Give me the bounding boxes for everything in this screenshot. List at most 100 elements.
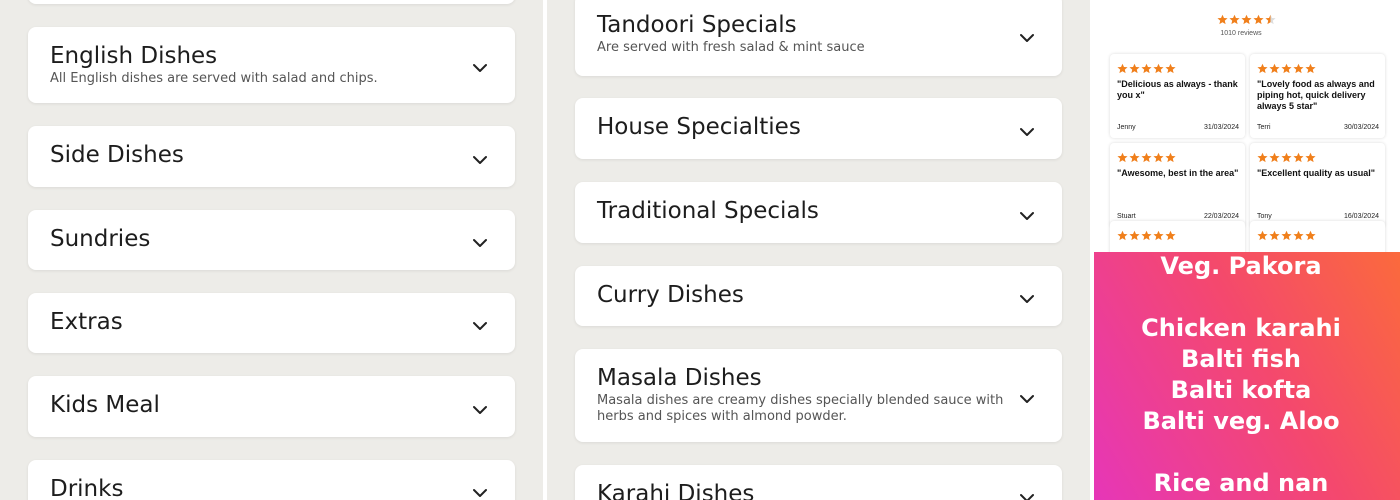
star-icon [1265,12,1276,25]
category-card-house-specialties[interactable]: House Specialties [575,98,1062,159]
star-icon [1141,61,1152,74]
review-card: "Excellent quality as usual" Tony 16/03/20… [1250,143,1385,227]
review-date: 30/03/2024 [1343,124,1379,131]
menu-categories-left: English Dishes All English dishes are ser… [0,0,543,500]
promo-line: Balti veg. Aloo [1142,407,1340,435]
promo-line: Chicken karahi [1141,314,1341,342]
promo-line: Rice and nan [1153,469,1329,497]
review-card: "Lovely food as always and piping hot, q… [1250,54,1385,138]
review-quote: "Excellent quality as usual" [1257,168,1376,178]
chevron-down-icon[interactable] [473,402,487,414]
star-icon [1153,228,1164,241]
star-icon [1305,150,1316,163]
reviewer-name: Tony [1257,213,1272,220]
review-quote: "Delicious as always - thank you x" [1117,79,1238,100]
promo-line: Balti fish [1181,345,1301,373]
star-icon [1141,150,1152,163]
overall-rating-stars [1217,12,1276,25]
star-icon [1165,150,1176,163]
category-title: House Specialties [597,114,801,140]
category-card-traditional-specials[interactable]: Traditional Specials [575,182,1062,243]
chevron-down-icon[interactable] [473,485,487,497]
category-card-sundries[interactable]: Sundries [28,210,515,270]
chevron-down-icon[interactable] [473,60,487,72]
category-title: Drinks [50,476,124,500]
category-title: Sundries [50,226,151,252]
category-card-top-partial[interactable] [28,0,515,4]
category-title: Traditional Specials [597,198,819,224]
star-icon [1305,228,1316,241]
category-title: Curry Dishes [597,282,744,308]
star-icon [1253,12,1264,25]
star-icon [1293,228,1304,241]
star-icon [1241,12,1252,25]
review-date: 31/03/2024 [1203,124,1239,131]
chevron-down-icon[interactable] [1020,291,1034,303]
star-icon [1281,150,1292,163]
review-stars [1117,150,1176,163]
star-icon [1117,228,1128,241]
chevron-down-icon[interactable] [1020,391,1034,403]
star-icon [1165,228,1176,241]
star-icon [1141,228,1152,241]
chevron-down-icon[interactable] [1020,30,1034,42]
menu-categories-middle: Tandoori Specials Are served with fresh s… [547,0,1090,500]
category-card-masala-dishes[interactable]: Masala Dishes Masala dishes are creamy di… [575,349,1062,442]
star-icon [1293,61,1304,74]
category-title: Extras [50,309,123,335]
star-icon [1129,228,1140,241]
review-count: 1010 reviews [1220,30,1262,37]
category-card-karahi-dishes[interactable]: Karahi Dishes [575,465,1062,500]
star-icon [1269,61,1280,74]
star-icon [1129,61,1140,74]
category-description: All English dishes are served with salad… [50,71,378,86]
category-card-tandoori-specials[interactable]: Tandoori Specials Are served with fresh s… [575,0,1062,76]
category-card-curry-dishes[interactable]: Curry Dishes [575,266,1062,326]
chevron-down-icon[interactable] [473,235,487,247]
category-description: Masala dishes are creamy dishes speciall… [597,393,1004,424]
chevron-down-icon[interactable] [1020,124,1034,136]
category-title: English Dishes [50,43,218,69]
review-quote: "Awesome, best in the area" [1117,168,1239,178]
category-card-kids-meal[interactable]: Kids Meal [28,376,515,437]
star-icon [1269,228,1280,241]
star-icon [1257,228,1268,241]
category-card-side-dishes[interactable]: Side Dishes [28,126,515,187]
review-stars [1117,61,1176,74]
star-icon [1153,61,1164,74]
review-quote: "Lovely food as always and piping hot, q… [1257,79,1375,111]
promo-line: Balti kofta [1170,376,1312,404]
review-stars [1257,61,1316,74]
reviewer-name: Stuart [1117,213,1136,220]
chevron-down-icon[interactable] [473,152,487,164]
star-icon [1117,61,1128,74]
star-icon [1153,150,1164,163]
star-icon [1257,61,1268,74]
review-date: 16/03/2024 [1343,213,1379,220]
reviewer-name: Jenny [1117,124,1136,131]
star-icon [1281,228,1292,241]
review-stars [1257,150,1316,163]
promo-line: Veg. Pakora [1160,252,1322,280]
category-card-drinks[interactable]: Drinks [28,460,515,500]
category-title: Kids Meal [50,392,160,418]
promo-banner: Veg. Pakora Chicken karahi Balti fish Balti… [1094,252,1400,500]
star-icon [1229,12,1240,25]
category-title: Karahi Dishes [597,481,755,500]
category-title: Side Dishes [50,142,184,168]
chevron-down-icon[interactable] [473,318,487,330]
star-icon [1117,150,1128,163]
star-icon [1217,12,1228,25]
chevron-down-icon[interactable] [1020,208,1034,220]
star-icon [1129,150,1140,163]
reviewer-name: Terri [1257,124,1271,131]
category-card-extras[interactable]: Extras [28,293,515,353]
review-date: 22/03/2024 [1203,213,1239,220]
category-title: Tandoori Specials [597,12,797,38]
category-description: Are served with fresh salad & mint sauce [597,40,865,55]
chevron-down-icon[interactable] [1020,490,1034,500]
star-icon [1269,150,1280,163]
category-card-english-dishes[interactable]: English Dishes All English dishes are ser… [28,27,515,103]
review-stars [1117,228,1176,241]
star-icon [1305,61,1316,74]
